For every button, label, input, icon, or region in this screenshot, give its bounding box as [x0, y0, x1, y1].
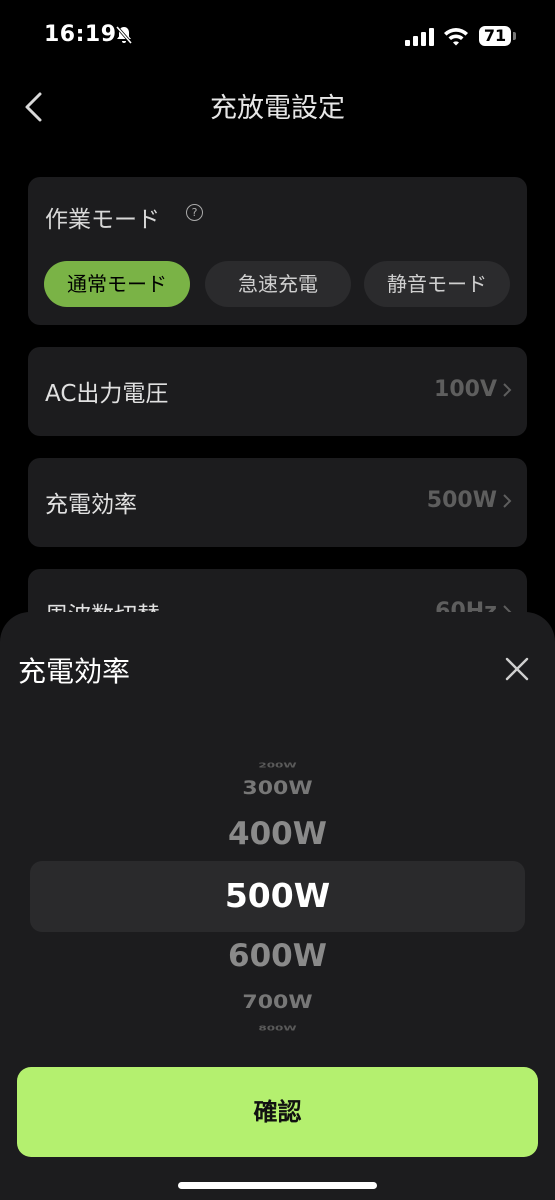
page-title: 充放電設定 [210, 93, 345, 124]
setting-label: 充電効率 [45, 492, 137, 518]
setting-value: 100V [434, 377, 497, 402]
battery-indicator: 71 [479, 26, 511, 46]
help-icon[interactable]: ? [186, 204, 203, 221]
setting-label: AC出力電圧 [45, 381, 169, 407]
chevron-right-icon [502, 382, 512, 402]
setting-row-ac-voltage[interactable]: AC出力電圧 100V [28, 347, 527, 436]
mode-chip-silent[interactable]: 静音モード [364, 261, 510, 307]
confirm-button[interactable]: 確認 [17, 1067, 538, 1157]
work-mode-title: 作業モード [45, 207, 160, 233]
bell-muted-icon [114, 25, 134, 49]
mode-chip-normal[interactable]: 通常モード [44, 261, 190, 307]
close-button[interactable] [504, 656, 530, 682]
picker-option[interactable]: 400W [0, 816, 555, 852]
picker-option[interactable]: 600W [0, 938, 555, 974]
home-indicator[interactable] [178, 1182, 377, 1189]
work-mode-card: 作業モード ? 通常モード 急速充電 静音モード [28, 177, 527, 325]
status-time: 16:19 [44, 22, 117, 47]
sheet-title: 充電効率 [18, 655, 131, 688]
mode-chip-fast-charge[interactable]: 急速充電 [205, 261, 351, 307]
picker-option[interactable]: 300W [0, 778, 555, 799]
picker-option[interactable]: 800W [0, 1024, 555, 1032]
picker-option-selected[interactable]: 500W [0, 876, 555, 915]
status-bar: 16:19 71 [0, 0, 555, 72]
setting-row-charge-efficiency[interactable]: 充電効率 500W [28, 458, 527, 547]
charge-efficiency-sheet: 充電効率 200W 300W 400W 500W 600W 700W 800W … [0, 612, 555, 1200]
signal-icon [405, 28, 435, 50]
wifi-icon [443, 26, 469, 50]
picker-option[interactable]: 700W [0, 992, 555, 1013]
chevron-right-icon [502, 493, 512, 513]
battery-tip [513, 32, 516, 40]
close-icon [505, 657, 529, 681]
setting-value: 500W [426, 488, 497, 513]
picker-option[interactable]: 200W [0, 761, 555, 769]
